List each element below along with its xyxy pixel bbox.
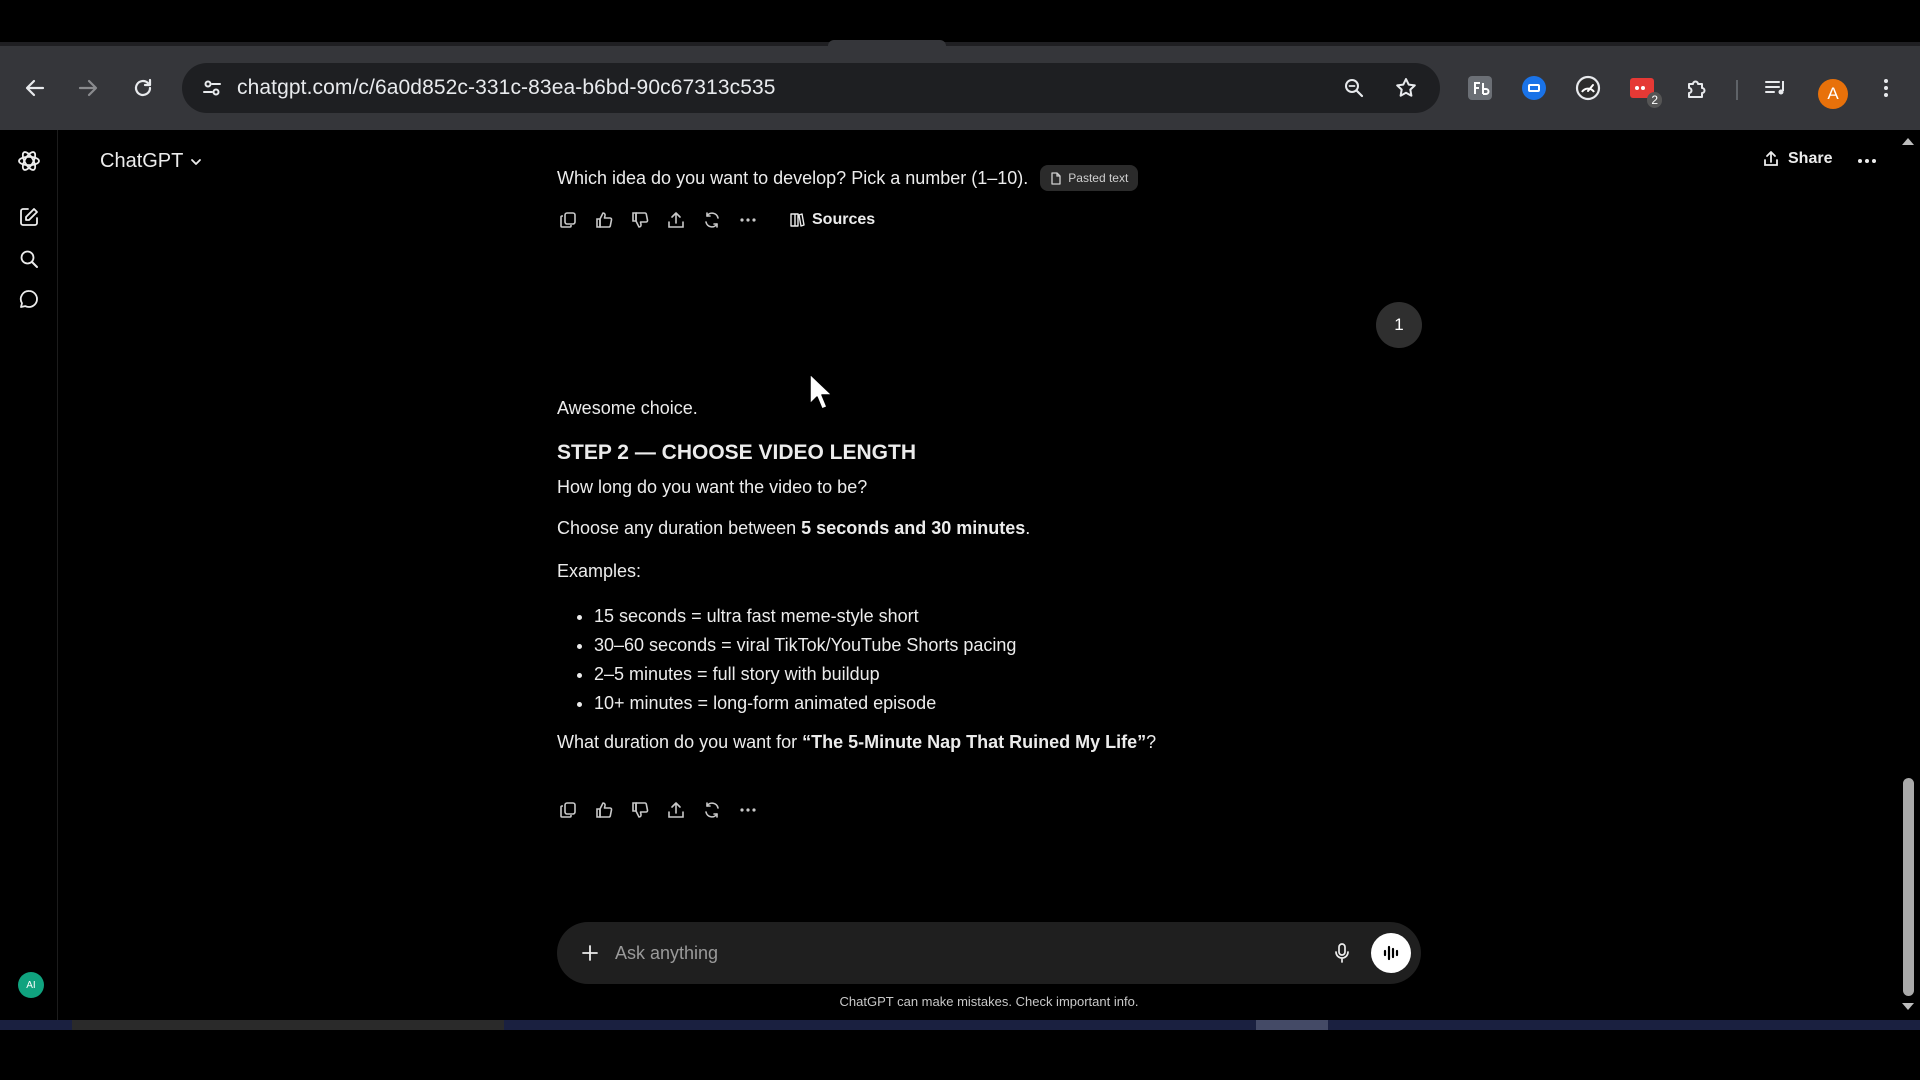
scroll-up-arrow-icon[interactable] [1901,136,1915,146]
examples-label: Examples: [557,561,642,581]
reply-duration-line: Choose any duration between 5 seconds an… [557,518,1457,539]
taskbar-segment [72,1020,504,1030]
final-prefix: What duration do you want for [557,732,803,752]
extension-fb-icon[interactable] [1462,70,1498,106]
composer [557,922,1421,984]
more-actions-icon[interactable] [736,208,760,232]
url-text[interactable]: chatgpt.com/c/6a0d852c-331c-83ea-b6bd-90… [237,76,776,100]
media-control-icon[interactable] [1758,70,1794,106]
reply-final-question: What duration do you want for “The 5-Min… [557,732,1457,753]
page-title: ChatGPT [100,150,184,172]
duration-prefix: Choose any duration between [557,518,802,538]
prompt-input[interactable] [615,936,1265,970]
final-title: “The 5-Minute Nap That Ruined My Life” [802,732,1147,752]
list-item: 10+ minutes = long-form animated episode [594,689,1457,718]
user-message-bubble: 1 [1376,302,1422,348]
more-actions-icon[interactable] [736,798,760,822]
thumbs-down-icon[interactable] [628,208,652,232]
thumbs-up-icon[interactable] [592,208,616,232]
scrollbar-thumb[interactable] [1903,778,1914,996]
extension-iq-icon[interactable] [1516,70,1552,106]
thumbs-down-icon[interactable] [628,798,652,822]
previous-message-text: Which idea do you want to develop? Pick … [557,167,1029,188]
copy-icon[interactable] [556,798,580,822]
reply-intro: Awesome choice. [557,398,698,418]
final-suffix: ? [1146,732,1157,752]
share-button[interactable]: Share [1762,150,1832,168]
examples-list: 15 seconds = ultra fast meme-style short… [594,602,1457,718]
export-icon[interactable] [664,798,688,822]
reload-icon[interactable] [123,68,163,108]
document-icon [1051,171,1061,185]
user-avatar[interactable]: AI [18,972,44,998]
tab-strip [0,0,1920,46]
microphone-icon[interactable] [1327,938,1357,968]
browser-toolbar: chatgpt.com/c/6a0d852c-331c-83ea-b6bd-90… [0,46,1920,130]
pasted-text-chip[interactable]: Pasted text [1040,165,1139,191]
puzzle-icon[interactable] [1679,70,1715,106]
address-bar[interactable]: chatgpt.com/c/6a0d852c-331c-83ea-b6bd-90… [182,63,1440,113]
message-actions-bottom [556,798,760,822]
list-item: 2–5 minutes = full story with buildup [594,660,1457,689]
disclaimer-text: ChatGPT can make mistakes. Check importa… [839,994,1139,1009]
taskbar-segment [1256,1020,1328,1030]
sources-button[interactable]: Sources [788,211,875,229]
share-label: Share [1788,150,1833,167]
zoom-icon[interactable] [1334,68,1374,108]
extension-speedometer-icon[interactable] [1570,70,1606,106]
extension-badge: 2 [1647,92,1662,108]
taskbar-strip [0,1020,1920,1030]
duration-suffix: . [1025,518,1031,538]
reply-heading: STEP 2 — CHOOSE VIDEO LENGTH [557,441,917,464]
list-item: 30–60 seconds = viral TikTok/YouTube Sho… [594,631,1457,660]
model-switcher[interactable]: ChatGPT [100,150,203,173]
share-icon [1764,151,1778,166]
profile-avatar[interactable]: A [1818,79,1848,109]
message-actions-top: Sources [556,208,875,232]
copy-icon[interactable] [556,208,580,232]
chevron-down-icon [191,158,202,165]
page-scrollbar[interactable] [1896,130,1920,1020]
chat-bubble-icon[interactable] [10,280,48,318]
tune-icon[interactable] [192,68,232,108]
openai-logo-icon[interactable] [10,142,48,180]
thumbs-up-icon[interactable] [592,798,616,822]
extension-red-icon[interactable]: 2 [1624,70,1662,108]
previous-message: Which idea do you want to develop? Pick … [557,165,1139,191]
screen-bottom [0,1030,1920,1080]
regenerate-icon[interactable] [700,798,724,822]
list-item: 15 seconds = ultra fast meme-style short [594,602,1457,631]
more-options-icon[interactable] [1852,148,1882,174]
sources-label: Sources [812,211,876,228]
reply-question: How long do you want the video to be? [557,477,868,497]
scroll-down-arrow-icon[interactable] [1901,1002,1915,1012]
toolbar-separator [1736,80,1738,100]
book-icon [790,213,805,227]
waveform-icon [1383,945,1399,961]
voice-mode-button[interactable] [1371,933,1411,973]
sidebar-rail: AI [0,130,58,1020]
new-chat-icon[interactable] [10,198,48,236]
forward-arrow-icon[interactable] [68,68,108,108]
regenerate-icon[interactable] [700,208,724,232]
mouse-cursor-icon [809,373,833,410]
star-icon[interactable] [1386,68,1426,108]
duration-range: 5 seconds and 30 minutes [801,518,1026,538]
search-icon[interactable] [10,240,48,278]
plus-icon[interactable] [575,938,605,968]
chat-page: AI ChatGPT Share Which idea do you want … [0,130,1920,1020]
assistant-message: Awesome choice. STEP 2 — CHOOSE VIDEO LE… [557,398,1457,775]
pasted-text-label: Pasted text [1068,171,1129,185]
export-icon[interactable] [664,208,688,232]
back-arrow-icon[interactable] [15,68,55,108]
kebab-menu-icon[interactable] [1868,70,1904,106]
